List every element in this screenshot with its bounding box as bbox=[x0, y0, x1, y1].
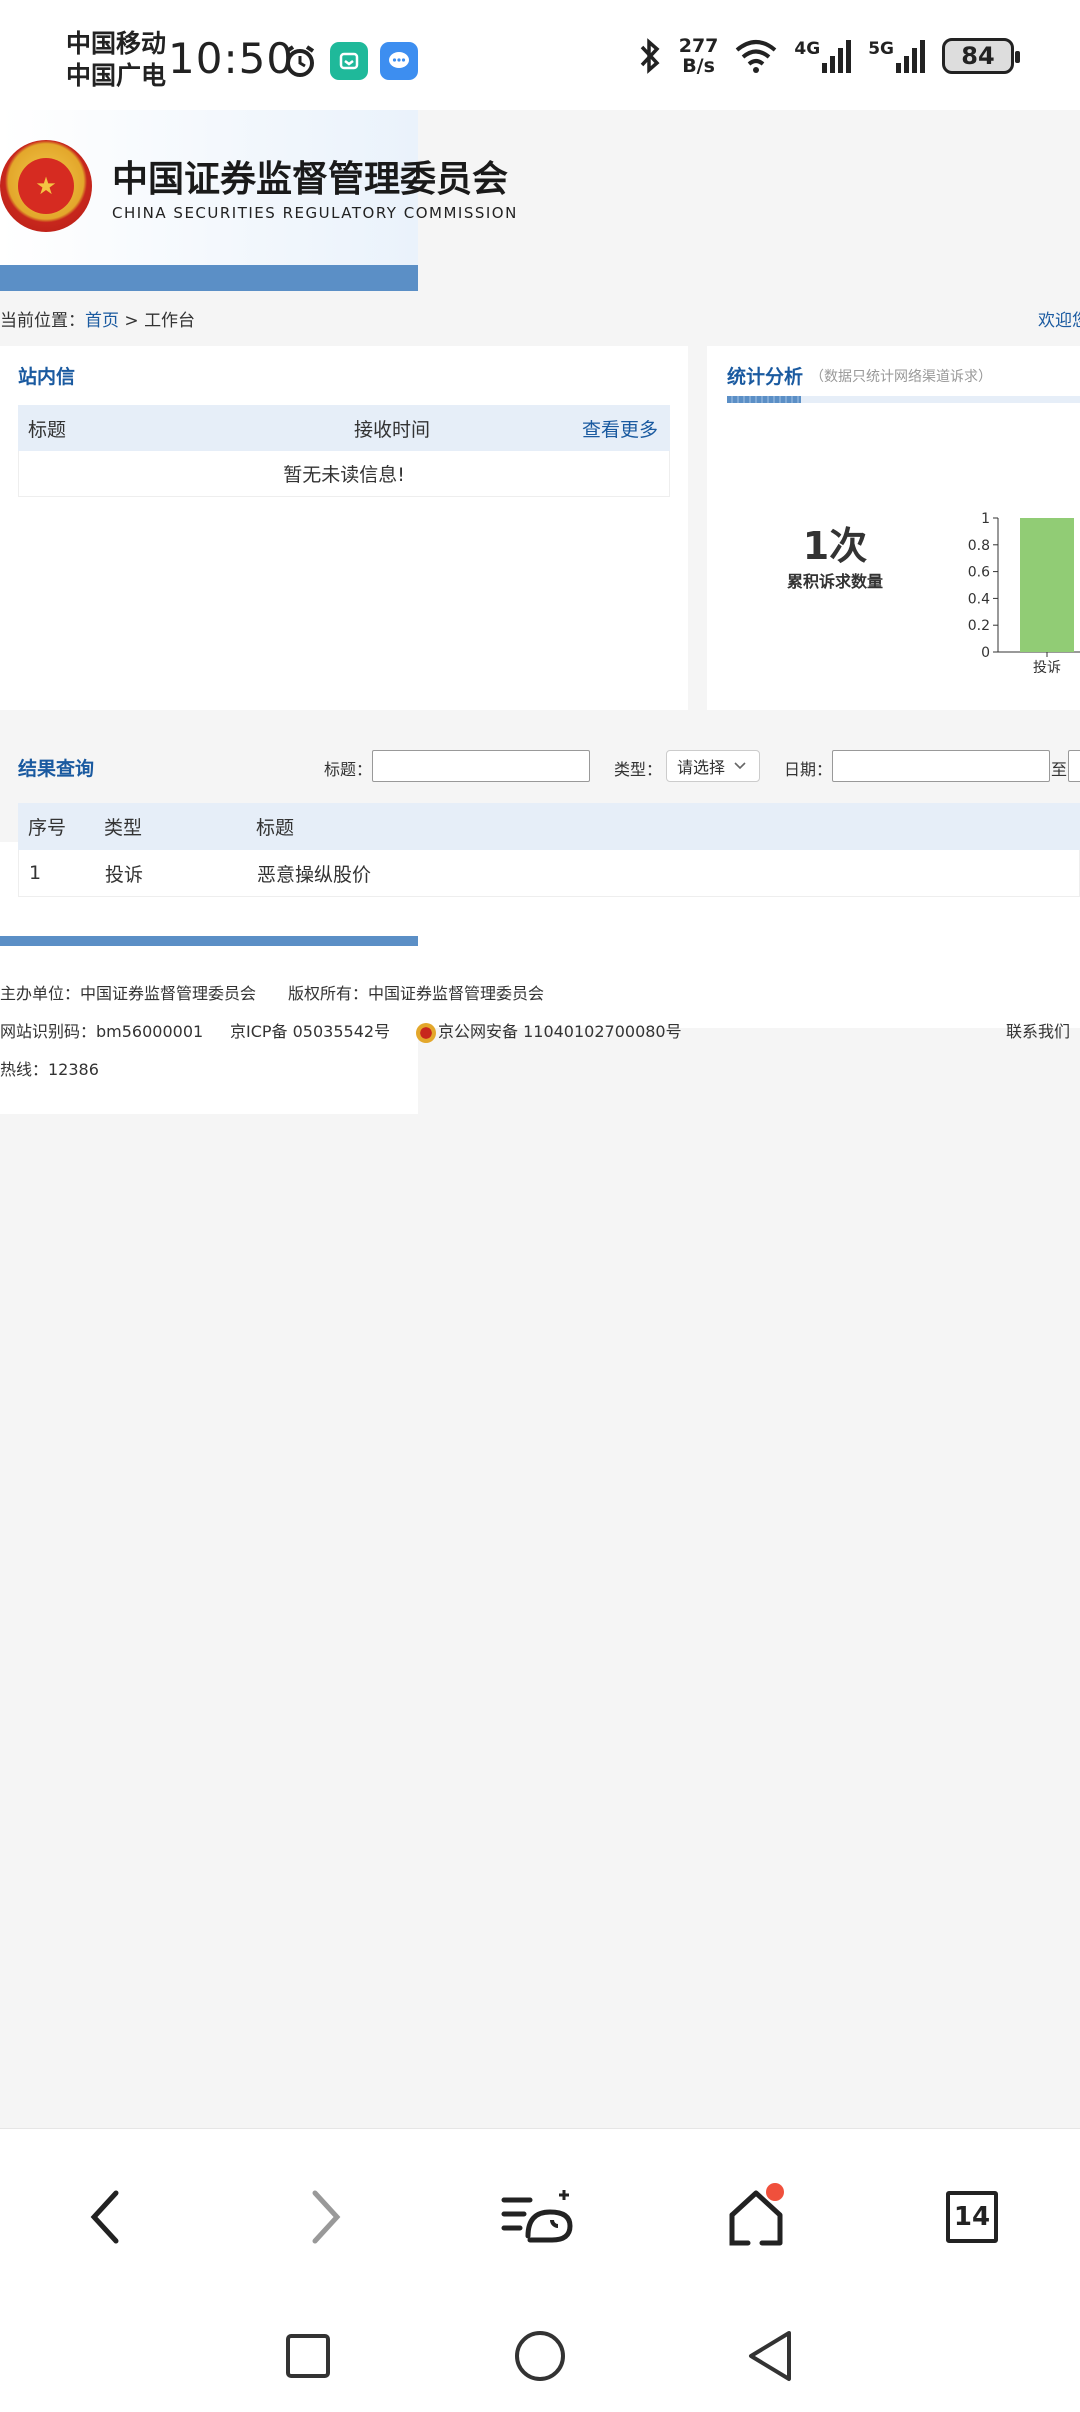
breadcrumb-home-link[interactable]: 首页 bbox=[85, 311, 119, 331]
stats-count: 1次 bbox=[802, 524, 868, 568]
stats-subtitle: （数据只统计网络渠道诉求） bbox=[810, 369, 992, 385]
view-more-link[interactable]: 查看更多 bbox=[570, 415, 670, 442]
mailbox-card bbox=[0, 346, 688, 710]
carrier-2: 中国广电 bbox=[66, 61, 167, 90]
x-tick-label: 投诉 bbox=[1033, 660, 1061, 676]
org-name-en: CHINA SECURITIES REGULATORY COMMISSION bbox=[112, 204, 518, 222]
y-tick-label: 0.6 bbox=[968, 565, 990, 581]
col-received-time: 接收时间 bbox=[354, 418, 431, 441]
y-tick-label: 0 bbox=[981, 645, 990, 661]
notification-dot bbox=[766, 2183, 784, 2201]
recents-button[interactable] bbox=[278, 2326, 338, 2386]
wifi-icon bbox=[736, 40, 777, 73]
web-page: ★ 中国证券监督管理委员会 CHINA SECURITIES REGULATOR… bbox=[0, 110, 1080, 2128]
row-type: 投诉 bbox=[105, 863, 144, 886]
y-tick-label: 0.8 bbox=[968, 538, 990, 554]
breadcrumb-current: 工作台 bbox=[144, 311, 196, 331]
signal-icon: 4G bbox=[794, 39, 852, 73]
y-tick-label: 0.4 bbox=[968, 591, 990, 607]
y-tick-label: 0.2 bbox=[968, 618, 990, 634]
carrier-1: 中国移动 bbox=[66, 29, 167, 58]
footer-accent-bar bbox=[0, 936, 418, 946]
mailbox-table: 标题 接收时间 查看更多 暂无未读信息! bbox=[18, 405, 670, 497]
message-app-icon bbox=[380, 42, 418, 80]
table-row[interactable]: 1 投诉 恶意操纵股价 bbox=[18, 850, 1080, 897]
signal-icon-2: 5G bbox=[868, 39, 926, 73]
filter-date-label: 日期： bbox=[784, 760, 833, 779]
mailbox-title: 站内信 bbox=[18, 366, 76, 388]
system-navigation-bar bbox=[0, 2298, 1080, 2412]
header-accent-bar bbox=[0, 265, 418, 291]
results-table-header: 序号 类型 标题 bbox=[18, 803, 1080, 850]
stats-count-label: 累积诉求数量 bbox=[786, 572, 883, 591]
org-name-cn: 中国证券监督管理委员会 bbox=[112, 159, 509, 200]
footer-police[interactable]: 京公网安备 11040102700080号 bbox=[416, 1018, 682, 1043]
footer-icp-link[interactable]: 京ICP备 05035542号 bbox=[230, 1018, 390, 1042]
back-button[interactable] bbox=[66, 2177, 146, 2257]
filter-date-end-input[interactable] bbox=[1068, 750, 1080, 782]
net-speed: 277 B/s bbox=[678, 35, 719, 77]
chevron-left-icon bbox=[90, 2190, 119, 2244]
circle-icon bbox=[515, 2331, 565, 2381]
welcome-link[interactable]: 欢迎您 bbox=[1038, 306, 1080, 331]
national-emblem-logo: ★ bbox=[0, 140, 92, 232]
stats-tab-active[interactable] bbox=[727, 396, 801, 403]
forward-button[interactable] bbox=[285, 2177, 365, 2257]
footer-hotline: 热线：12386 bbox=[0, 1060, 99, 1079]
home-button[interactable] bbox=[716, 2177, 796, 2257]
home-nav-button[interactable] bbox=[510, 2326, 570, 2386]
col-type: 类型 bbox=[104, 817, 143, 839]
alarm-icon bbox=[285, 45, 315, 77]
filter-date-to: 至 bbox=[1051, 760, 1068, 779]
back-nav-button[interactable] bbox=[740, 2326, 800, 2386]
results-table: 序号 类型 标题 1 投诉 恶意操纵股价 bbox=[18, 803, 1080, 897]
status-bar: 中国移动 中国广电 10:50 277 B/s 4G 5G 84 bbox=[0, 0, 1080, 110]
filter-title-label: 标题： bbox=[324, 760, 373, 779]
mi-app-icon bbox=[330, 42, 368, 80]
carrier-labels: 中国移动 中国广电 bbox=[66, 28, 166, 92]
filter-title-input[interactable] bbox=[372, 750, 590, 782]
mailbox-table-header: 标题 接收时间 查看更多 bbox=[18, 405, 670, 451]
ai-assistant-button[interactable] bbox=[498, 2177, 578, 2257]
notification-icons bbox=[282, 42, 418, 80]
ai-chat-icon bbox=[501, 2190, 573, 2243]
mailbox-empty-message: 暂无未读信息! bbox=[18, 451, 670, 497]
row-no: 1 bbox=[29, 862, 42, 884]
filter-date-start-input[interactable] bbox=[832, 750, 1050, 782]
results-title: 结果查询 bbox=[18, 758, 95, 780]
emblem-star-icon: ★ bbox=[18, 158, 74, 214]
footer-site-id: 网站识别码：bm56000001 bbox=[0, 1022, 204, 1041]
triangle-back-icon bbox=[749, 2331, 791, 2381]
filter-type-select[interactable]: 请选择 bbox=[666, 750, 760, 782]
contact-us-link[interactable]: 联系我们 bbox=[1006, 1018, 1070, 1042]
col-no: 序号 bbox=[28, 817, 67, 839]
chevron-right-icon bbox=[312, 2190, 341, 2244]
tab-count: 14 bbox=[946, 2191, 998, 2243]
system-icons: 277 B/s 4G 5G 84 bbox=[637, 35, 1020, 77]
tabs-button[interactable]: 14 bbox=[932, 2177, 1012, 2257]
footer-sponsor: 主办单位：中国证券监督管理委员会 版权所有：中国证券监督管理委员会 bbox=[0, 984, 545, 1003]
battery-indicator: 84 bbox=[942, 38, 1020, 74]
chevron-down-icon bbox=[734, 762, 746, 770]
square-icon bbox=[286, 2334, 330, 2378]
filter-type-label: 类型： bbox=[614, 760, 663, 779]
y-tick-label: 1 bbox=[981, 511, 990, 527]
breadcrumb: 当前位置：首页 > 工作台 bbox=[0, 311, 196, 331]
stats-title: 统计分析 bbox=[727, 366, 804, 388]
browser-toolbar: 14 bbox=[0, 2128, 1080, 2298]
col-title: 标题 bbox=[28, 418, 67, 441]
clock: 10:50 bbox=[168, 34, 295, 83]
row-title: 恶意操纵股价 bbox=[257, 863, 372, 886]
col-title: 标题 bbox=[256, 817, 295, 839]
bluetooth-icon bbox=[640, 38, 660, 74]
bar-投诉 bbox=[1020, 518, 1074, 652]
stats-bar-chart: 0 0.2 0.4 0.6 0.8 1 投诉 bbox=[968, 511, 1080, 676]
police-badge-icon bbox=[416, 1022, 436, 1043]
